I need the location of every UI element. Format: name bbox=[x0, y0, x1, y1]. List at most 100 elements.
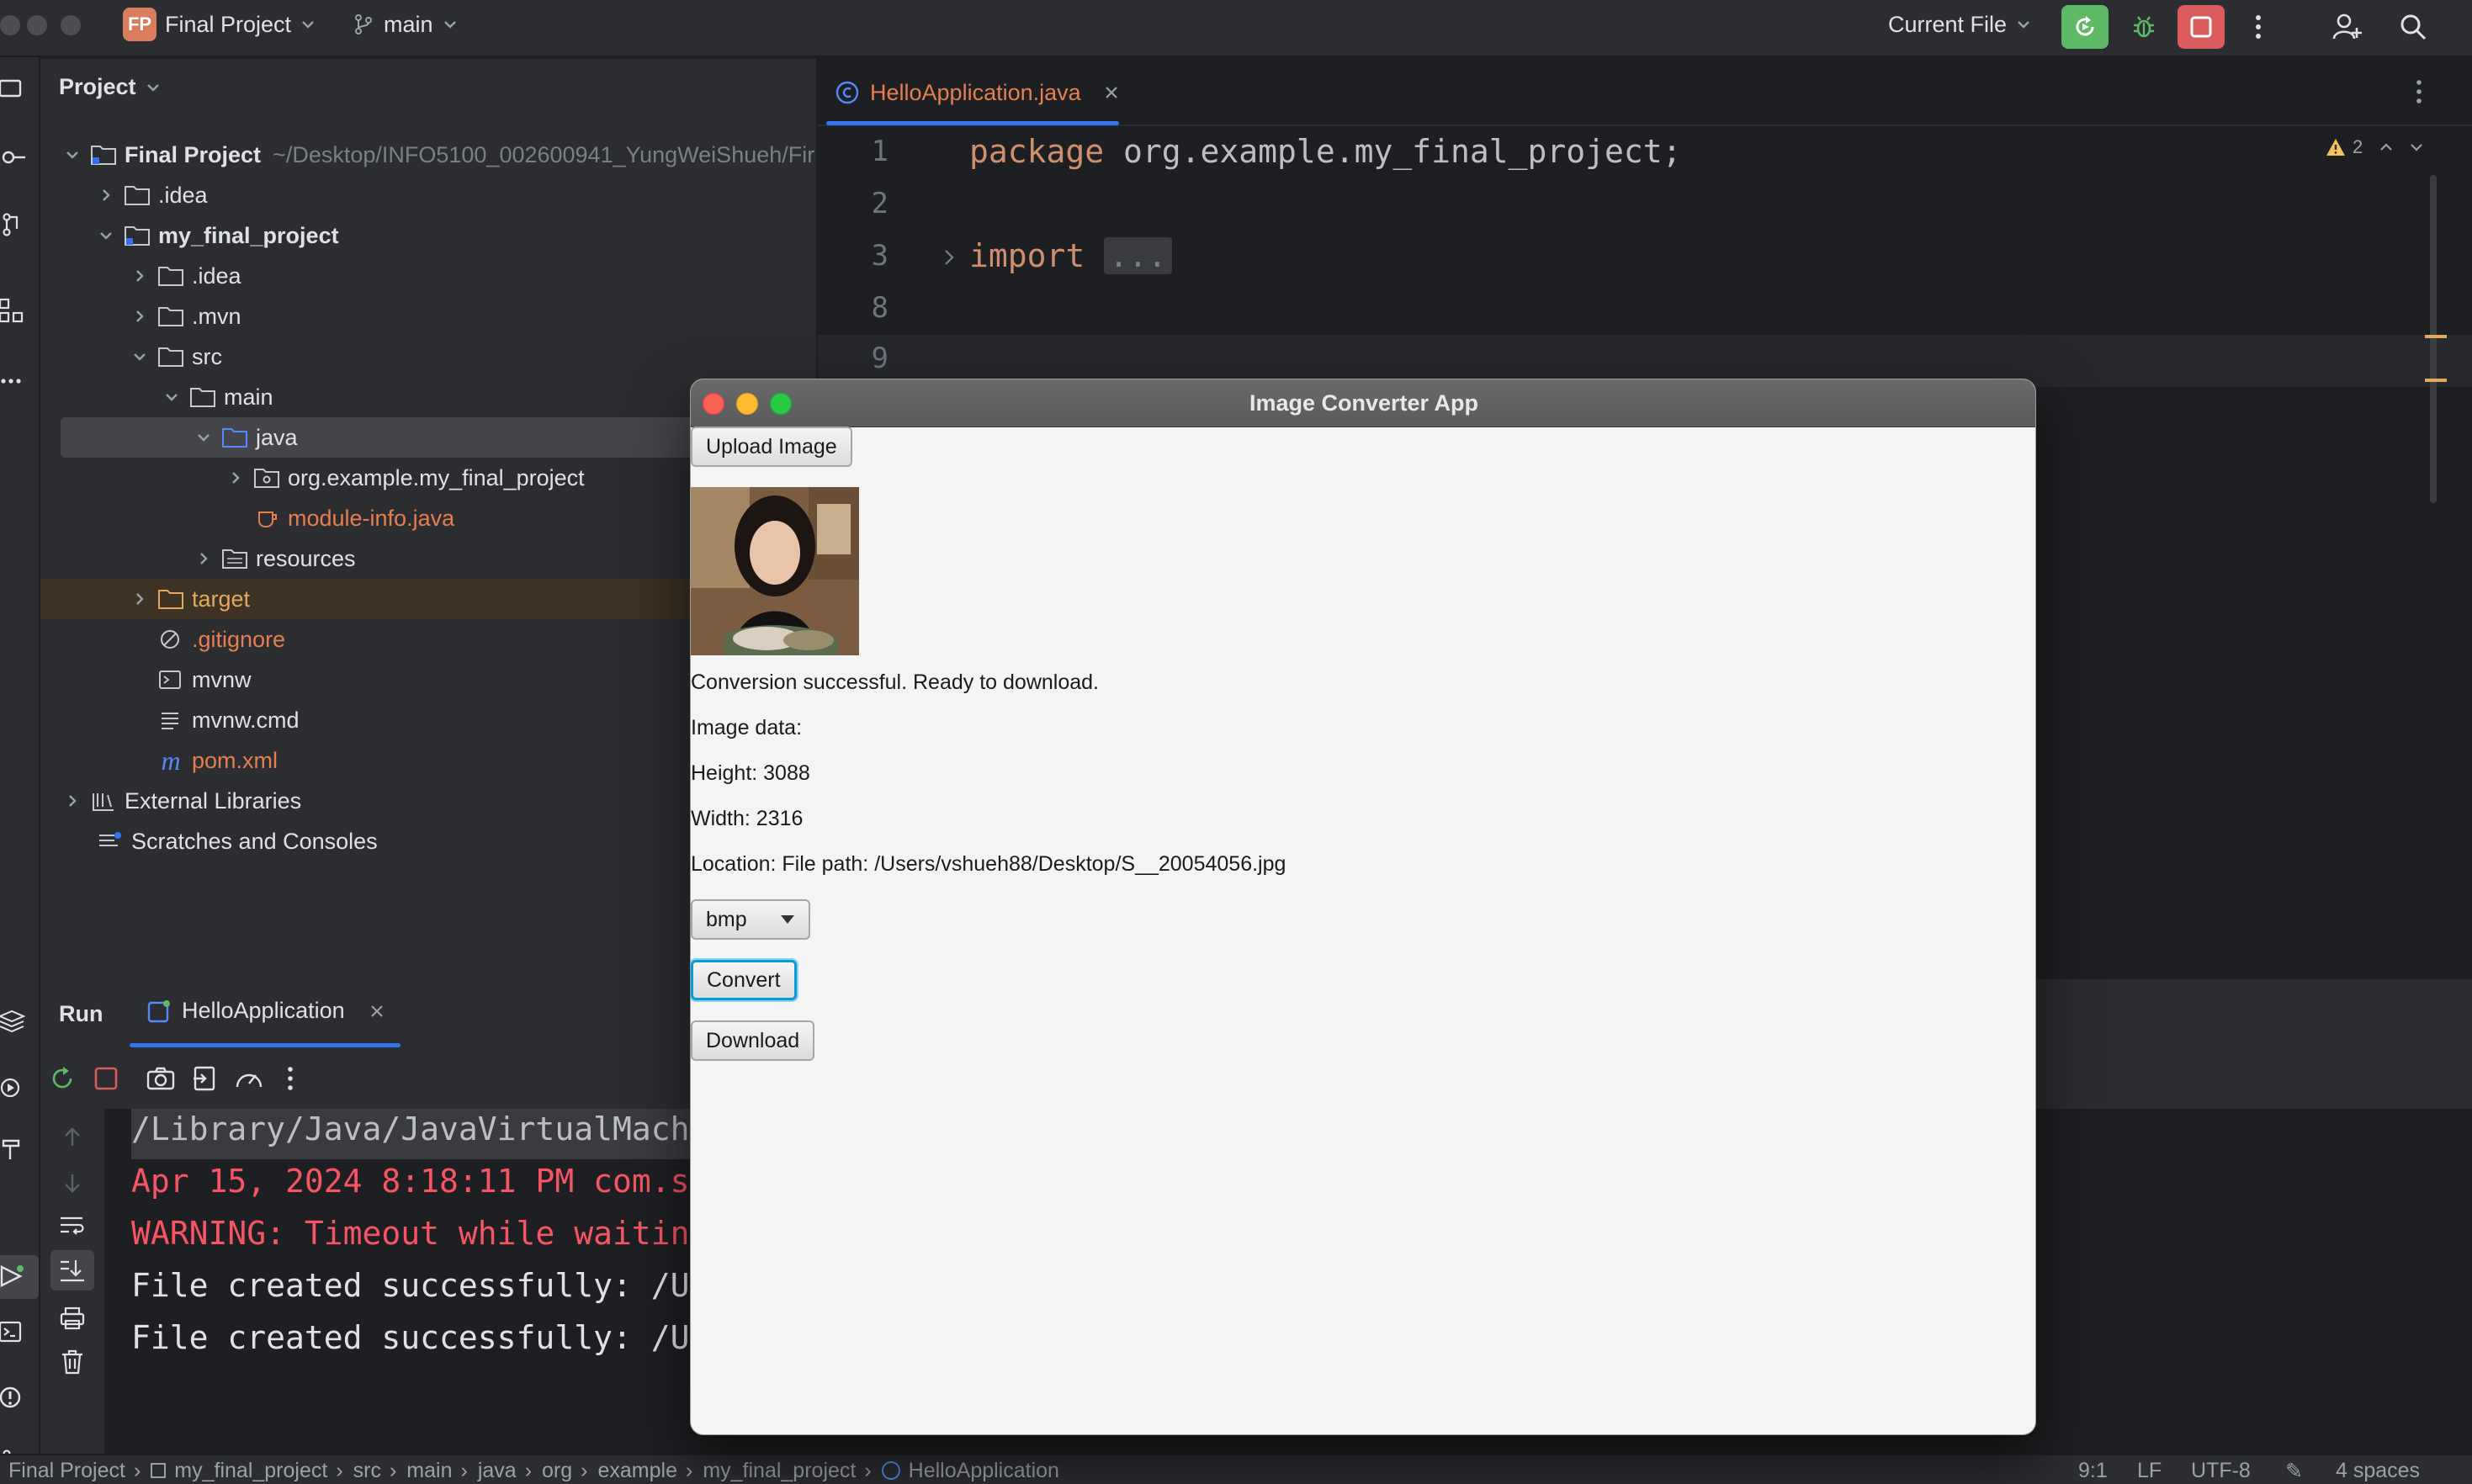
breadcrumb-item[interactable]: main › bbox=[406, 1459, 468, 1483]
folded-imports[interactable]: ... bbox=[1104, 237, 1172, 274]
build-hammer-icon[interactable] bbox=[0, 1136, 25, 1161]
indent-setting[interactable]: 4 spaces bbox=[2336, 1459, 2420, 1483]
caret-position[interactable]: 9:1 bbox=[2078, 1459, 2108, 1483]
chevron-down-icon bbox=[166, 394, 178, 401]
tree-item-label: target bbox=[192, 586, 251, 612]
run-toolwindow-button[interactable] bbox=[0, 1255, 39, 1299]
breadcrumb-label: HelloApplication bbox=[908, 1458, 1059, 1482]
project-view-selector[interactable]: Project bbox=[59, 74, 162, 100]
arrow-up-icon[interactable] bbox=[61, 1126, 84, 1149]
arrow-down-icon[interactable] bbox=[61, 1171, 84, 1195]
close-icon[interactable] bbox=[369, 1003, 385, 1020]
convert-button[interactable]: Convert bbox=[691, 960, 797, 1000]
services-icon[interactable] bbox=[0, 1075, 25, 1100]
terminal-icon[interactable] bbox=[0, 1319, 25, 1344]
more-actions-button[interactable] bbox=[2235, 5, 2282, 49]
rerun-icon[interactable] bbox=[49, 1065, 76, 1092]
more-vertical-icon[interactable] bbox=[286, 1065, 294, 1092]
tree-item-mvn[interactable]: .mvn bbox=[40, 296, 816, 337]
download-button[interactable]: Download bbox=[691, 1020, 815, 1061]
tab-hello-application[interactable]: HelloApplication.java bbox=[835, 72, 1120, 113]
camera-icon[interactable] bbox=[146, 1065, 175, 1092]
folder-icon bbox=[158, 267, 183, 286]
breadcrumb-item[interactable]: Final Project › bbox=[8, 1459, 141, 1483]
run-side-toolbar bbox=[40, 1109, 106, 1454]
breadcrumb-item[interactable]: org › bbox=[542, 1459, 587, 1483]
stop-icon[interactable] bbox=[94, 1067, 118, 1090]
chevron-up-icon[interactable] bbox=[2378, 139, 2395, 156]
image-height-label: Height: 3088 bbox=[691, 761, 810, 785]
folder-icon bbox=[190, 388, 215, 407]
tab-label: HelloApplication.java bbox=[870, 79, 1081, 105]
window-zoom-dot[interactable] bbox=[61, 15, 81, 35]
chevron-right-icon bbox=[136, 310, 144, 322]
tree-item-idea[interactable]: .idea bbox=[40, 175, 816, 215]
format-combobox[interactable]: bmp bbox=[691, 899, 810, 940]
upload-image-button[interactable]: Upload Image bbox=[691, 427, 852, 467]
stop-button[interactable] bbox=[2178, 5, 2225, 49]
inspection-widget[interactable]: 2 bbox=[2326, 136, 2425, 158]
code-line-3[interactable]: import ... bbox=[969, 237, 1172, 274]
search-everywhere-button[interactable] bbox=[2390, 5, 2437, 49]
window-close-dot[interactable] bbox=[0, 15, 20, 35]
window-minimize-button[interactable] bbox=[736, 393, 758, 415]
structure-icon[interactable] bbox=[0, 298, 25, 323]
window-zoom-button[interactable] bbox=[770, 393, 792, 415]
exit-icon[interactable] bbox=[192, 1065, 219, 1092]
console-line: Apr 15, 2024 8:18:11 PM com.sur bbox=[131, 1163, 729, 1200]
run-config-selector[interactable]: Current File bbox=[1878, 5, 2042, 44]
breadcrumb-item[interactable]: example › bbox=[597, 1459, 692, 1483]
dropdown-arrow-icon bbox=[781, 915, 794, 924]
folder-icon bbox=[125, 186, 150, 205]
more-vertical-icon[interactable] bbox=[2415, 79, 2423, 104]
tree-item-idea-inner[interactable]: .idea bbox=[40, 256, 816, 296]
more-tools-icon[interactable] bbox=[0, 368, 25, 394]
line-separator[interactable]: LF bbox=[2137, 1459, 2162, 1483]
pull-requests-icon[interactable] bbox=[0, 212, 25, 237]
breadcrumb-item[interactable]: java › bbox=[478, 1459, 532, 1483]
run-config-icon bbox=[147, 999, 170, 1022]
debug-button[interactable] bbox=[2120, 5, 2167, 49]
layers-icon[interactable] bbox=[0, 1008, 25, 1033]
tree-item-label: mvnw bbox=[192, 666, 252, 692]
inspection-count: 2 bbox=[2353, 136, 2363, 157]
close-icon[interactable] bbox=[1103, 84, 1120, 101]
tree-item-final-project[interactable]: Final Project ~/Desktop/INFO5100_0026009… bbox=[40, 135, 816, 175]
print-icon[interactable] bbox=[59, 1306, 86, 1331]
problems-icon[interactable] bbox=[0, 1385, 25, 1410]
trash-icon[interactable] bbox=[61, 1349, 84, 1375]
profiler-icon[interactable] bbox=[234, 1065, 264, 1092]
code-with-me-button[interactable] bbox=[2324, 5, 2371, 49]
console-line: File created successfully: /Use bbox=[131, 1319, 729, 1356]
tree-item-label: resources bbox=[256, 545, 356, 571]
window-close-button[interactable] bbox=[703, 393, 724, 415]
branch-switcher[interactable]: main bbox=[342, 5, 469, 44]
breadcrumb-item[interactable]: my_final_project › bbox=[151, 1459, 343, 1483]
soft-wrap-icon[interactable] bbox=[59, 1213, 86, 1237]
breadcrumb-label: org bbox=[542, 1458, 573, 1482]
tree-item-my-final-project[interactable]: my_final_project bbox=[40, 215, 816, 256]
code-line-1[interactable]: package org.example.my_final_project; bbox=[969, 133, 1682, 170]
breadcrumb-item[interactable]: HelloApplication bbox=[881, 1458, 1059, 1483]
window-minimize-dot[interactable] bbox=[27, 15, 47, 35]
chevron-down-icon bbox=[66, 151, 78, 159]
code-keyword: import bbox=[969, 237, 1085, 274]
readonly-toggle-icon[interactable]: ✎ bbox=[2285, 1459, 2303, 1484]
editor-scrollbar[interactable] bbox=[2430, 175, 2437, 503]
tree-item-src[interactable]: src bbox=[40, 337, 816, 377]
breadcrumb-item[interactable]: my_final_project › bbox=[703, 1459, 871, 1483]
fold-chevron-icon[interactable] bbox=[941, 247, 958, 268]
chevron-down-icon[interactable] bbox=[2408, 139, 2425, 156]
scroll-to-end-button[interactable] bbox=[50, 1250, 94, 1291]
file-encoding[interactable]: UTF-8 bbox=[2191, 1459, 2251, 1483]
breadcrumb-separator-icon: › bbox=[133, 1458, 141, 1482]
breadcrumb-item[interactable]: src › bbox=[353, 1459, 397, 1483]
image-width-label: Width: 2316 bbox=[691, 807, 804, 830]
project-switcher[interactable]: FP Final Project bbox=[113, 5, 326, 44]
breadcrumb-separator-icon: › bbox=[389, 1458, 397, 1482]
rerun-button[interactable] bbox=[2061, 5, 2109, 49]
project-folder-icon[interactable] bbox=[0, 76, 25, 101]
commit-icon[interactable] bbox=[0, 145, 25, 170]
chevron-down-icon bbox=[134, 353, 146, 361]
tab-run-hello-application[interactable]: HelloApplication bbox=[146, 998, 385, 1024]
